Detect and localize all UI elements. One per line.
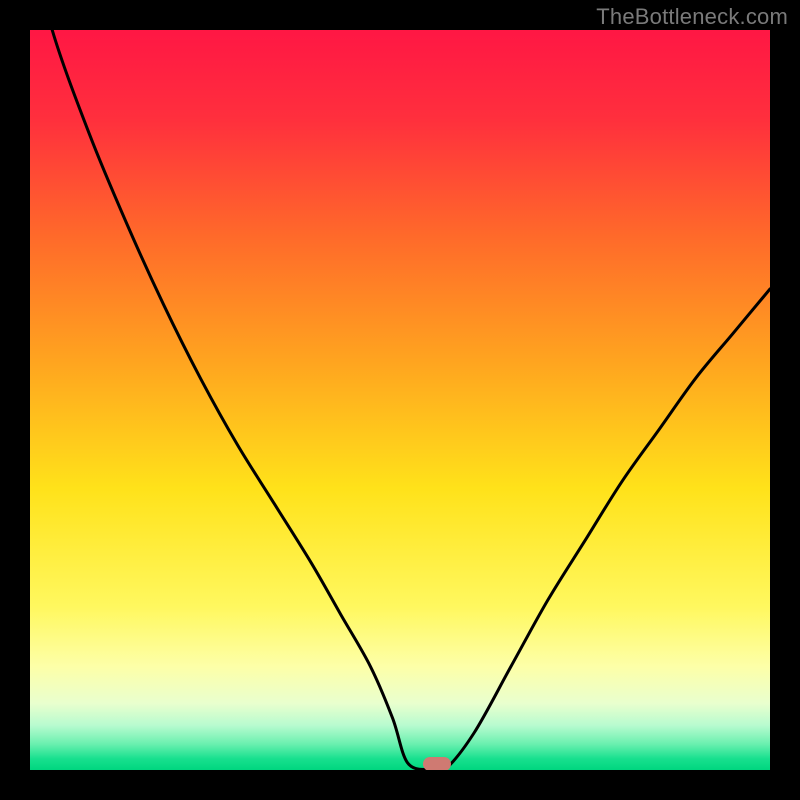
optimal-marker (423, 757, 451, 770)
chart-frame: TheBottleneck.com (0, 0, 800, 800)
bottleneck-curve (30, 30, 770, 770)
plot-area (30, 30, 770, 770)
watermark-text: TheBottleneck.com (596, 4, 788, 30)
